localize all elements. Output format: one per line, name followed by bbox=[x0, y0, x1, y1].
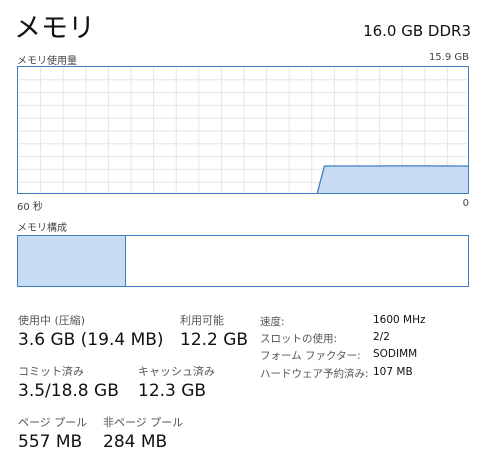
nonpaged-pool-value: 284 MB bbox=[103, 432, 168, 452]
form-factor-label: フォーム ファクター: bbox=[260, 350, 361, 362]
composition-in-use-segment[interactable] bbox=[18, 236, 123, 286]
cached-value: 12.3 GB bbox=[138, 381, 207, 401]
usage-graph-label: メモリ使用量 bbox=[17, 56, 77, 67]
memory-spec: 16.0 GB DDR3 bbox=[363, 22, 471, 40]
usage-graph-max-label: 15.9 GB bbox=[428, 52, 469, 63]
graph-x-right-label: 0 bbox=[462, 198, 469, 209]
page-title: メモリ bbox=[14, 13, 95, 44]
memory-usage-chart bbox=[18, 67, 468, 193]
committed-label: コミット済み bbox=[18, 365, 84, 378]
hardware-reserved-value: 107 MB bbox=[373, 366, 413, 378]
in-use-value: 3.6 GB (19.4 MB) bbox=[18, 330, 164, 350]
in-use-label: 使用中 (圧縮) bbox=[18, 314, 86, 327]
nonpaged-pool-label: 非ページ プール bbox=[103, 416, 184, 429]
available-value: 12.2 GB bbox=[180, 330, 249, 350]
hardware-reserved-label: ハードウェア予約済み: bbox=[260, 368, 369, 380]
form-factor-value: SODIMM bbox=[373, 348, 418, 360]
available-label: 利用可能 bbox=[180, 314, 224, 327]
paged-pool-value: 557 MB bbox=[18, 432, 83, 452]
memory-usage-graph bbox=[17, 66, 469, 194]
memory-composition-bar[interactable] bbox=[17, 235, 469, 287]
cached-label: キャッシュ済み bbox=[138, 365, 215, 378]
composition-modified-segment[interactable] bbox=[122, 236, 126, 286]
slots-label: スロットの使用: bbox=[260, 333, 338, 345]
paged-pool-label: ページ プール bbox=[18, 416, 88, 429]
graph-x-left-label: 60 秒 bbox=[17, 202, 43, 213]
speed-label: 速度: bbox=[260, 316, 285, 328]
committed-value: 3.5/18.8 GB bbox=[18, 381, 119, 401]
slots-value: 2/2 bbox=[373, 331, 390, 343]
speed-value: 1600 MHz bbox=[373, 314, 426, 326]
composition-label: メモリ構成 bbox=[17, 223, 67, 234]
